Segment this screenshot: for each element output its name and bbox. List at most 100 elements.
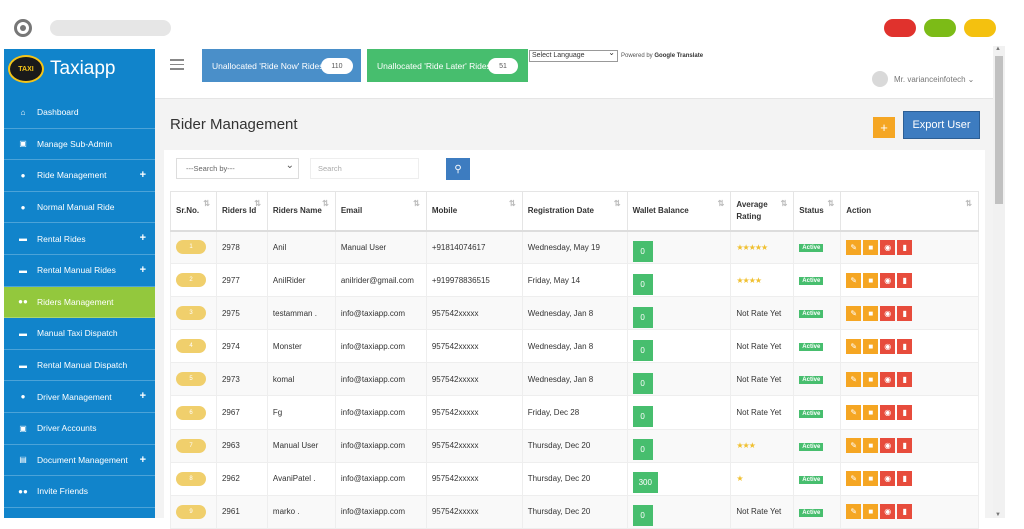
column-header-registration-date[interactable]: Registration Date ⇅ — [521, 191, 628, 232]
sidebar-item-driver-accounts[interactable]: ▣ Driver Accounts — [4, 413, 155, 445]
sort-icon[interactable]: ⇅ — [781, 198, 788, 210]
status-badge[interactable]: Active — [799, 409, 824, 418]
edit-icon[interactable]: ✎ — [846, 504, 862, 520]
lock-icon[interactable]: ■ — [863, 371, 879, 387]
trash-icon[interactable]: ▮ — [897, 504, 913, 520]
trash-icon[interactable]: ▮ — [897, 338, 913, 354]
sidebar-item-driver-management[interactable]: ● Driver Management + — [4, 381, 155, 413]
window-minimize-button[interactable] — [964, 19, 996, 37]
status-badge[interactable]: Active — [799, 343, 824, 352]
edit-icon[interactable]: ✎ — [846, 239, 862, 255]
sidebar-item-invite-friends[interactable]: ●● Invite Friends — [4, 476, 155, 508]
status-badge[interactable]: Active — [799, 508, 824, 517]
eye-icon[interactable]: ◉ — [880, 405, 896, 421]
sidebar-item-rental-manual-rides[interactable]: ▬ Rental Manual Rides + — [4, 255, 155, 287]
lock-icon[interactable]: ■ — [863, 504, 879, 520]
eye-icon[interactable]: ◉ — [880, 338, 896, 354]
status-badge[interactable]: Active — [799, 310, 824, 319]
expand-plus-icon[interactable]: + — [140, 454, 146, 466]
sidebar-item-normal-manual-ride[interactable]: ● Normal Manual Ride — [4, 192, 155, 224]
sort-icon[interactable]: ⇅ — [965, 198, 972, 210]
edit-icon[interactable]: ✎ — [846, 272, 862, 288]
eye-icon[interactable]: ◉ — [880, 504, 896, 520]
column-header-action[interactable]: Action ⇅ — [840, 191, 979, 232]
column-header-status[interactable]: Status ⇅ — [793, 191, 842, 232]
status-badge[interactable]: Active — [799, 442, 824, 451]
column-header-sr-no-[interactable]: Sr.No. ⇅ — [170, 191, 217, 232]
search-by-select[interactable]: ---Search by--- — [176, 156, 299, 179]
sort-icon[interactable]: ⇅ — [614, 198, 621, 210]
sort-icon[interactable]: ⇅ — [718, 198, 725, 210]
status-badge[interactable]: Active — [799, 475, 824, 484]
lock-icon[interactable]: ■ — [863, 471, 879, 487]
edit-icon[interactable]: ✎ — [846, 471, 862, 487]
lock-icon[interactable]: ■ — [863, 272, 879, 288]
scrollbar[interactable]: ▲ ▼ — [993, 46, 1005, 518]
status-badge[interactable]: Active — [799, 376, 824, 385]
trash-icon[interactable]: ▮ — [897, 239, 913, 255]
trash-icon[interactable]: ▮ — [897, 405, 913, 421]
scroll-up-icon[interactable]: ▲ — [995, 46, 1001, 52]
trash-icon[interactable]: ▮ — [897, 438, 913, 454]
sort-icon[interactable]: ⇅ — [203, 198, 210, 210]
expand-plus-icon[interactable]: + — [140, 264, 146, 276]
expand-plus-icon[interactable]: + — [140, 169, 146, 181]
lock-icon[interactable]: ■ — [863, 239, 879, 255]
sidebar-item-dashboard[interactable]: ⌂ Dashboard — [4, 97, 155, 129]
eye-icon[interactable]: ◉ — [880, 272, 896, 288]
sidebar-item-ride-management[interactable]: ● Ride Management + — [4, 160, 155, 192]
sidebar-item-rental-rides[interactable]: ▬ Rental Rides + — [4, 223, 155, 255]
language-select[interactable]: Select Language — [529, 48, 618, 62]
lock-icon[interactable]: ■ — [863, 438, 879, 454]
eye-icon[interactable]: ◉ — [880, 371, 896, 387]
brand[interactable]: TAXI Taxiapp — [4, 49, 155, 89]
status-badge[interactable]: Active — [799, 277, 824, 286]
google-translate-link[interactable]: Google Translate — [654, 53, 703, 59]
column-header-wallet-balance[interactable]: Wallet Balance ⇅ — [626, 191, 732, 232]
unallocated-ride-later-button[interactable]: Unallocated 'Ride Later' Rides 51 — [367, 49, 528, 82]
sort-icon[interactable]: ⇅ — [828, 198, 835, 210]
trash-icon[interactable]: ▮ — [897, 371, 913, 387]
sort-icon[interactable]: ⇅ — [254, 198, 261, 210]
export-user-button[interactable]: Export User — [903, 111, 980, 139]
column-header-riders-name[interactable]: Riders Name ⇅ — [266, 191, 336, 232]
column-header-mobile[interactable]: Mobile ⇅ — [425, 191, 523, 232]
search-input[interactable]: Search — [310, 158, 419, 179]
edit-icon[interactable]: ✎ — [846, 338, 862, 354]
menu-toggle-icon[interactable] — [170, 59, 184, 73]
window-maximize-button[interactable] — [924, 19, 956, 37]
lock-icon[interactable]: ■ — [863, 338, 879, 354]
column-header-email[interactable]: Email ⇅ — [334, 191, 427, 232]
eye-icon[interactable]: ◉ — [880, 305, 896, 321]
sort-icon[interactable]: ⇅ — [322, 198, 329, 210]
edit-icon[interactable]: ✎ — [846, 305, 862, 321]
eye-icon[interactable]: ◉ — [880, 438, 896, 454]
search-button[interactable]: ⚲ — [446, 158, 470, 180]
status-badge[interactable]: Active — [799, 244, 824, 253]
scroll-down-icon[interactable]: ▼ — [995, 512, 1001, 518]
trash-icon[interactable]: ▮ — [897, 272, 913, 288]
eye-icon[interactable]: ◉ — [880, 471, 896, 487]
sidebar-item-document-management[interactable]: ▤ Document Management + — [4, 445, 155, 477]
add-rider-button[interactable]: + — [873, 117, 895, 138]
sort-icon[interactable]: ⇅ — [413, 198, 420, 210]
edit-icon[interactable]: ✎ — [846, 438, 862, 454]
lock-icon[interactable]: ■ — [863, 405, 879, 421]
expand-plus-icon[interactable]: + — [140, 390, 146, 402]
column-header-riders-id[interactable]: Riders Id ⇅ — [215, 191, 268, 232]
edit-icon[interactable]: ✎ — [846, 405, 862, 421]
sidebar-item-rental-manual-dispatch[interactable]: ▬ Rental Manual Dispatch — [4, 350, 155, 382]
edit-icon[interactable]: ✎ — [846, 371, 862, 387]
window-close-button[interactable] — [884, 19, 916, 37]
sidebar-item-manage-sub-admin[interactable]: ▣ Manage Sub-Admin — [4, 129, 155, 161]
column-header-average-rating[interactable]: Average Rating ⇅ — [730, 191, 795, 232]
trash-icon[interactable]: ▮ — [897, 471, 913, 487]
sidebar-item-manual-taxi-dispatch[interactable]: ▬ Manual Taxi Dispatch — [4, 318, 155, 350]
sidebar-item-riders-management[interactable]: ●● Riders Management — [4, 286, 155, 319]
unallocated-ride-now-button[interactable]: Unallocated 'Ride Now' Rides 110 — [202, 49, 361, 82]
lock-icon[interactable]: ■ — [863, 305, 879, 321]
scrollbar-thumb[interactable] — [995, 56, 1003, 204]
expand-plus-icon[interactable]: + — [140, 232, 146, 244]
trash-icon[interactable]: ▮ — [897, 305, 913, 321]
user-menu[interactable]: Mr. varianceinfotech ⌄ — [872, 71, 974, 87]
